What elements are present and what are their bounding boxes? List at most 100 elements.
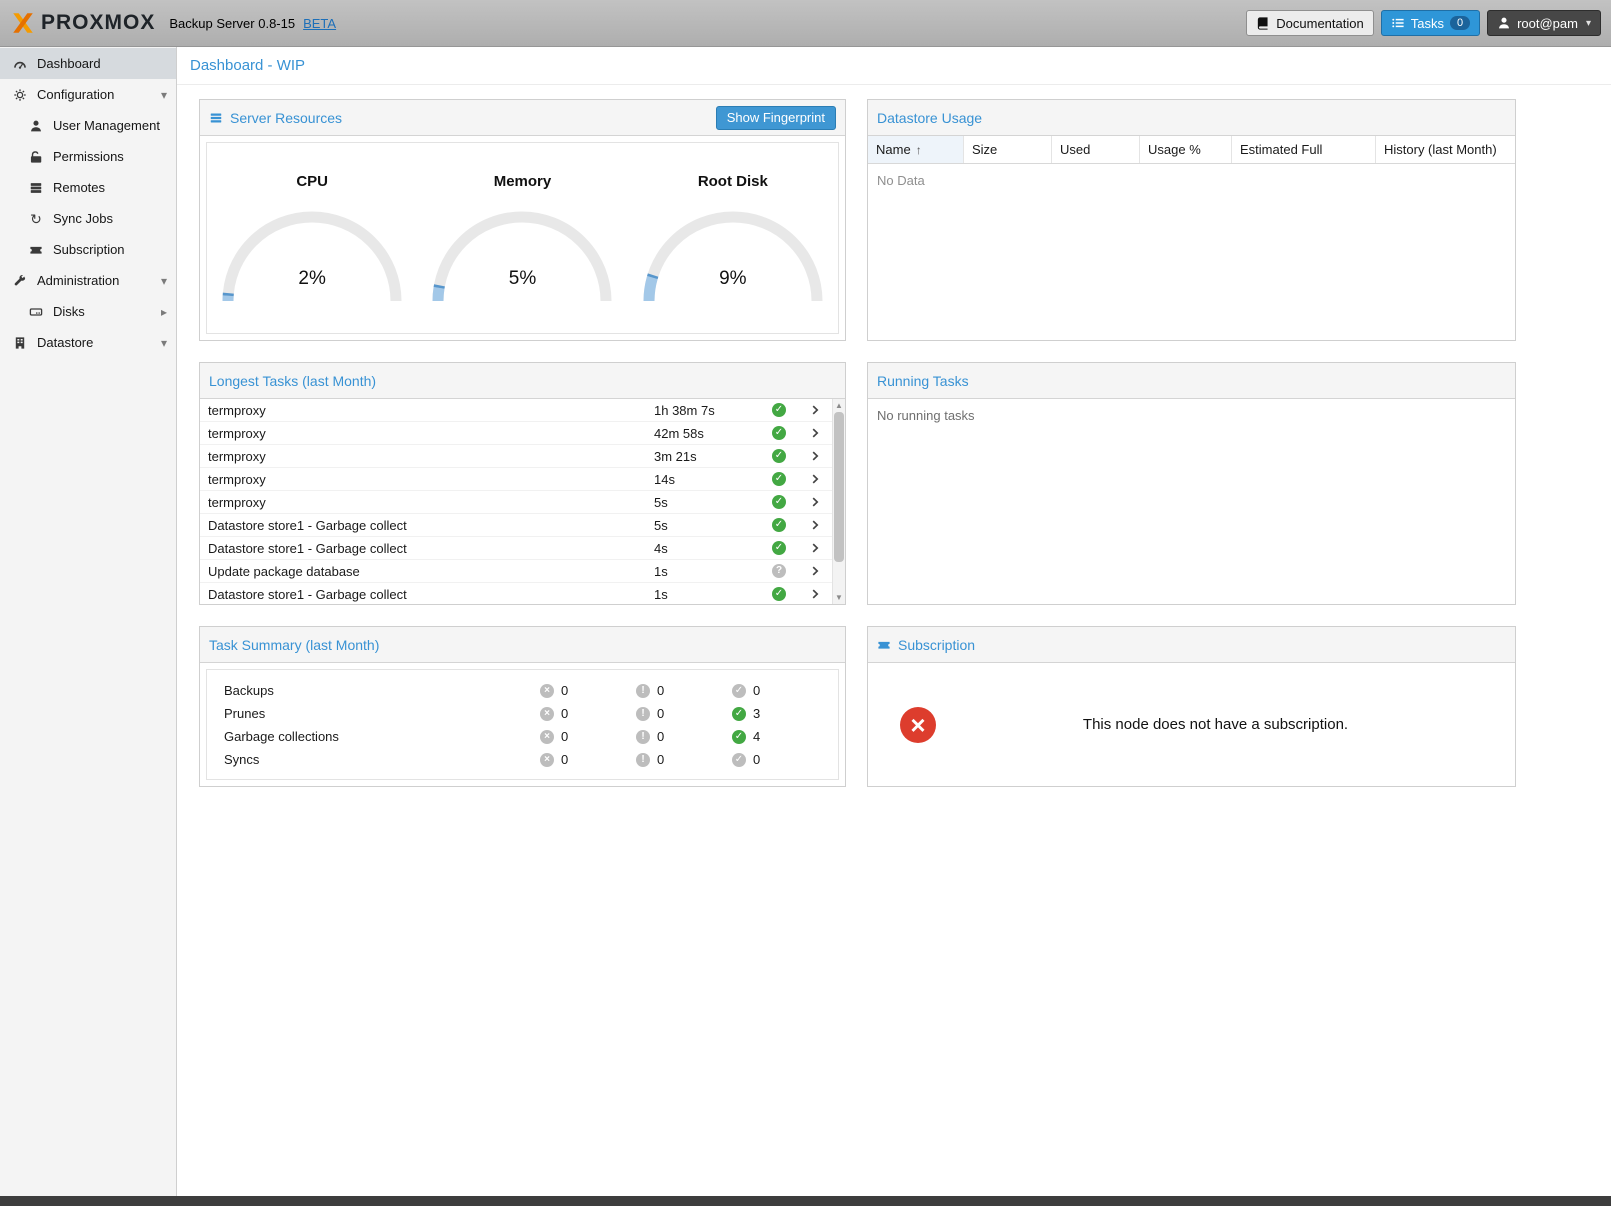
documentation-button[interactable]: Documentation <box>1246 10 1373 36</box>
datastore-usage-header: Datastore Usage <box>868 100 1515 136</box>
column-header-history-last-month[interactable]: History (last Month) <box>1376 136 1515 163</box>
gauge-cpu: CPU2% <box>207 143 417 333</box>
sidebar-item-remotes[interactable]: Remotes <box>0 172 176 203</box>
datastore-usage-columns: Name↑SizeUsedUsage %Estimated FullHistor… <box>868 136 1515 164</box>
product-version: Backup Server 0.8-15 <box>169 16 295 31</box>
unlock-icon <box>28 150 44 164</box>
tachometer-icon <box>12 57 28 71</box>
open-task-button[interactable] <box>798 472 832 486</box>
error-count-icon: × <box>540 753 554 767</box>
warning-count: !0 <box>636 706 732 721</box>
error-count-icon: × <box>540 684 554 698</box>
column-header-name[interactable]: Name↑ <box>868 136 964 163</box>
ok-icon: ✓ <box>772 587 786 601</box>
tasks-count-badge: 0 <box>1450 16 1470 30</box>
ok-icon: ✓ <box>772 472 786 486</box>
user-menu-button[interactable]: root@pam ▾ <box>1487 10 1601 36</box>
gauge-value: 2% <box>222 268 402 290</box>
sync-icon: ↻ <box>28 212 44 226</box>
caret-right-icon[interactable]: ▸ <box>161 305 167 319</box>
hdd-icon <box>28 305 44 319</box>
bottom-strip <box>0 1196 1611 1206</box>
scrollbar-thumb[interactable] <box>834 412 844 562</box>
sidebar-item-permissions[interactable]: Permissions <box>0 141 176 172</box>
scroll-up-icon[interactable]: ▲ <box>833 399 845 412</box>
topbar-actions: Documentation Tasks 0 root@pam ▾ <box>1246 10 1601 36</box>
ok-count: ✓0 <box>732 683 828 698</box>
caret-down-icon[interactable]: ▾ <box>161 336 167 350</box>
open-task-button[interactable] <box>798 587 832 601</box>
main-wrap: DashboardConfiguration▾User ManagementPe… <box>0 47 1611 1196</box>
column-header-usage[interactable]: Usage % <box>1140 136 1232 163</box>
open-task-button[interactable] <box>798 449 832 463</box>
summary-row-syncs: Syncs×0!0✓0 <box>207 748 838 771</box>
open-task-button[interactable] <box>798 403 832 417</box>
ok-zero-icon: ✓ <box>732 753 746 767</box>
open-task-button[interactable] <box>798 495 832 509</box>
error-count: ×0 <box>540 729 636 744</box>
warning-count-icon: ! <box>636 707 650 721</box>
summary-row-backups: Backups×0!0✓0 <box>207 679 838 702</box>
scrollbar[interactable]: ▲ ▼ <box>832 399 845 604</box>
building-icon <box>12 336 28 350</box>
ok-icon: ✓ <box>772 541 786 555</box>
tasks-button[interactable]: Tasks 0 <box>1381 10 1480 36</box>
ok-icon: ✓ <box>772 518 786 532</box>
summary-row-garbage-collections: Garbage collections×0!0✓4 <box>207 725 838 748</box>
ok-icon: ✓ <box>772 495 786 509</box>
caret-down-icon[interactable]: ▾ <box>161 274 167 288</box>
task-row[interactable]: Update package database1s? <box>200 560 832 583</box>
task-row[interactable]: Datastore store1 - Garbage collect1s✓ <box>200 583 832 604</box>
beta-link[interactable]: BETA <box>303 16 336 31</box>
ok-icon: ✓ <box>732 707 746 721</box>
open-task-button[interactable] <box>798 541 832 555</box>
gauge-chart: 5% <box>432 204 612 308</box>
task-row[interactable]: termproxy14s✓ <box>200 468 832 491</box>
brand-text: PROXMOX <box>41 11 155 35</box>
sidebar-item-sync-jobs[interactable]: ↻Sync Jobs <box>0 203 176 234</box>
datastore-usage-empty: No Data <box>868 164 1515 340</box>
caret-down-icon[interactable]: ▾ <box>161 88 167 102</box>
task-row[interactable]: termproxy3m 21s✓ <box>200 445 832 468</box>
panel-title: Subscription <box>898 637 975 653</box>
sidebar-item-datastore[interactable]: Datastore▾ <box>0 327 176 358</box>
task-summary-table: Backups×0!0✓0Prunes×0!0✓3Garbage collect… <box>206 669 839 780</box>
ticket-icon <box>28 243 44 257</box>
show-fingerprint-button[interactable]: Show Fingerprint <box>716 106 836 130</box>
sidebar-item-disks[interactable]: Disks▸ <box>0 296 176 327</box>
task-row[interactable]: termproxy1h 38m 7s✓ <box>200 399 832 422</box>
open-task-button[interactable] <box>798 518 832 532</box>
running-tasks-empty: No running tasks <box>868 399 1515 604</box>
column-header-size[interactable]: Size <box>964 136 1052 163</box>
error-count: ×0 <box>540 683 636 698</box>
task-row[interactable]: Datastore store1 - Garbage collect4s✓ <box>200 537 832 560</box>
task-row[interactable]: termproxy5s✓ <box>200 491 832 514</box>
ok-count: ✓4 <box>732 729 828 744</box>
ticket-icon <box>877 638 891 652</box>
sidebar-item-configuration[interactable]: Configuration▾ <box>0 79 176 110</box>
page-header: Dashboard - WIP <box>177 47 1611 85</box>
column-header-used[interactable]: Used <box>1052 136 1140 163</box>
ok-icon: ✓ <box>772 403 786 417</box>
warning-count-icon: ! <box>636 730 650 744</box>
list-icon <box>1391 16 1405 30</box>
gauge-value: 5% <box>432 268 612 290</box>
panel-title: Running Tasks <box>877 373 969 389</box>
open-task-button[interactable] <box>798 426 832 440</box>
wrench-icon <box>12 274 28 288</box>
sidebar-item-subscription[interactable]: Subscription <box>0 234 176 265</box>
user-icon <box>28 119 44 133</box>
warning-count-icon: ! <box>636 684 650 698</box>
sidebar-item-user-management[interactable]: User Management <box>0 110 176 141</box>
task-row[interactable]: termproxy42m 58s✓ <box>200 422 832 445</box>
warning-count: !0 <box>636 729 732 744</box>
unknown-status-icon: ? <box>772 564 786 578</box>
column-header-estimated-full[interactable]: Estimated Full <box>1232 136 1376 163</box>
task-row[interactable]: Datastore store1 - Garbage collect5s✓ <box>200 514 832 537</box>
cogs-icon <box>12 88 28 102</box>
scroll-down-icon[interactable]: ▼ <box>833 591 845 604</box>
sidebar-item-administration[interactable]: Administration▾ <box>0 265 176 296</box>
open-task-button[interactable] <box>798 564 832 578</box>
sidebar-item-dashboard[interactable]: Dashboard <box>0 48 176 79</box>
bars-icon <box>209 111 223 125</box>
